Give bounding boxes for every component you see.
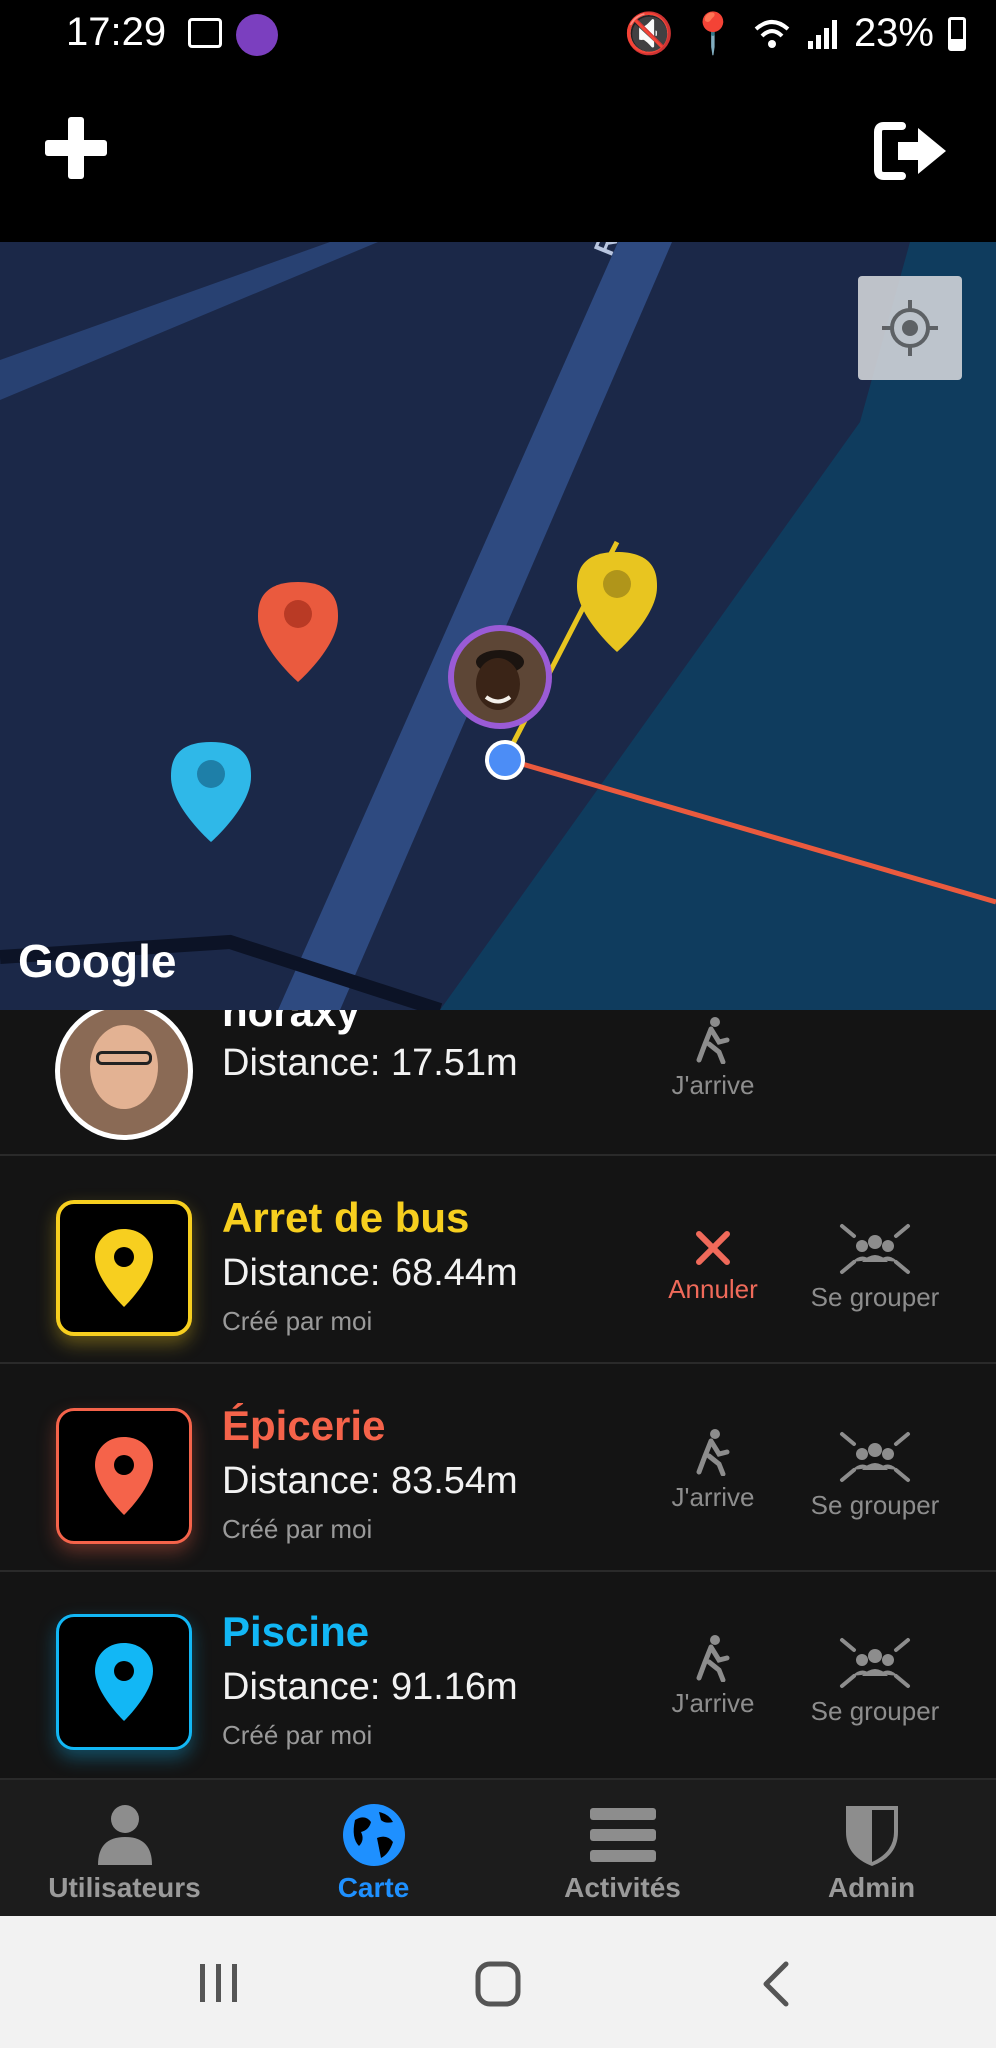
add-button[interactable]: [40, 112, 112, 184]
user-name: noraxy: [222, 1010, 360, 1035]
status-icons: 🔇 📍 23%: [624, 10, 966, 57]
status-bar: 17:29 🔇 📍 23%: [0, 0, 996, 70]
shield-icon: [845, 1806, 898, 1866]
walking-icon: [696, 1429, 730, 1476]
menu-icon: [589, 1808, 656, 1862]
arrive-label: J'arrive: [671, 1482, 755, 1512]
marker-yellow[interactable]: [577, 552, 657, 652]
arrive-button[interactable]: J'arrive: [628, 1634, 798, 1719]
battery-text: 23%: [853, 11, 934, 55]
crosshair-icon: [882, 300, 938, 356]
place-name: Arret de bus: [222, 1194, 470, 1241]
group-button[interactable]: Se grouper: [790, 1636, 960, 1727]
place-distance: Distance: 91.16m: [222, 1666, 518, 1708]
map-pin-icon: [95, 1643, 153, 1721]
place-name: Épicerie: [222, 1402, 386, 1449]
group-label: Se grouper: [810, 1696, 940, 1726]
group-button[interactable]: Se grouper: [790, 1430, 960, 1521]
home-icon[interactable]: [474, 1960, 522, 2008]
system-navigation-bar: [0, 1916, 996, 2048]
place-creator: Créé par moi: [222, 1514, 373, 1544]
arrive-label: J'arrive: [671, 1688, 755, 1718]
group-icon: [840, 1432, 910, 1482]
place-creator: Créé par moi: [222, 1720, 373, 1750]
place-tile: [56, 1408, 192, 1544]
avatar: [55, 1010, 193, 1140]
list-item-place[interactable]: Arret de bus Distance: 68.44m Créé par m…: [0, 1156, 996, 1364]
app-notification-icon: [236, 14, 278, 56]
map-canvas: [0, 242, 996, 1010]
list-item-place[interactable]: Piscine Distance: 91.16m Créé par moi J'…: [0, 1572, 996, 1780]
user-distance: Distance: 17.51m: [222, 1042, 518, 1084]
arrive-label: J'arrive: [671, 1070, 755, 1100]
list-item-user[interactable]: noraxy Distance: 17.51m J'arrive: [0, 1010, 996, 1156]
recents-icon[interactable]: [196, 1960, 242, 2006]
arrive-button[interactable]: J'arrive: [628, 1016, 798, 1101]
place-distance: Distance: 83.54m: [222, 1460, 518, 1502]
group-label: Se grouper: [810, 1490, 940, 1520]
walking-icon: [696, 1635, 730, 1682]
google-logo: Google: [18, 935, 177, 987]
list-item-place[interactable]: Épicerie Distance: 83.54m Créé par moi J…: [0, 1364, 996, 1572]
tab-utilisateurs[interactable]: Utilisateurs: [0, 1780, 249, 1916]
places-list[interactable]: noraxy Distance: 17.51m J'arrive Arret d…: [0, 1010, 996, 1780]
user-location-dot: [485, 740, 525, 780]
logout-icon: [874, 122, 946, 180]
tab-activites[interactable]: Activités: [498, 1780, 747, 1916]
plus-icon: [45, 117, 107, 179]
place-tile: [56, 1200, 192, 1336]
battery-icon: [948, 16, 966, 51]
arrive-button[interactable]: J'arrive: [628, 1428, 798, 1513]
mute-icon: 🔇: [624, 12, 675, 56]
gallery-icon: [188, 18, 222, 48]
map-pin-icon: [95, 1437, 153, 1515]
location-icon: 📍: [688, 12, 738, 56]
walking-icon: [696, 1017, 730, 1064]
tab-label: Utilisateurs: [48, 1872, 201, 1903]
map-view[interactable]: Rue d Google: [0, 242, 996, 1010]
marker-blue[interactable]: [171, 742, 251, 842]
place-name: Piscine: [222, 1608, 370, 1655]
user-avatar-marker[interactable]: [448, 625, 552, 729]
place-tile: [56, 1614, 192, 1750]
place-distance: Distance: 68.44m: [222, 1252, 518, 1294]
tab-label: Admin: [827, 1872, 916, 1903]
back-icon[interactable]: [760, 1960, 792, 2008]
cancel-button[interactable]: Annuler: [628, 1228, 798, 1305]
map-pin-icon: [95, 1229, 153, 1307]
status-time: 17:29: [66, 10, 167, 54]
close-icon: [696, 1231, 730, 1265]
user-icon: [97, 1805, 152, 1865]
bottom-navigation: Utilisateurs Carte Activités Admin: [0, 1780, 996, 1916]
group-button[interactable]: Se grouper: [790, 1222, 960, 1313]
tab-admin[interactable]: Admin: [747, 1780, 996, 1916]
group-icon: [840, 1638, 910, 1688]
diagonal-road: [0, 242, 378, 400]
globe-icon: [342, 1804, 405, 1866]
marker-red[interactable]: [258, 582, 338, 682]
group-icon: [840, 1224, 910, 1274]
signal-icon: [807, 19, 837, 49]
tab-label: Carte: [337, 1872, 410, 1903]
logout-button[interactable]: [872, 118, 952, 184]
my-location-button[interactable]: [858, 276, 962, 380]
tab-carte[interactable]: Carte: [249, 1780, 498, 1916]
top-app-bar: [0, 70, 996, 242]
wifi-icon: [754, 19, 790, 48]
tab-label: Activités: [564, 1872, 681, 1903]
place-creator: Créé par moi: [222, 1306, 373, 1336]
group-label: Se grouper: [810, 1282, 940, 1312]
cancel-label: Annuler: [668, 1274, 758, 1304]
